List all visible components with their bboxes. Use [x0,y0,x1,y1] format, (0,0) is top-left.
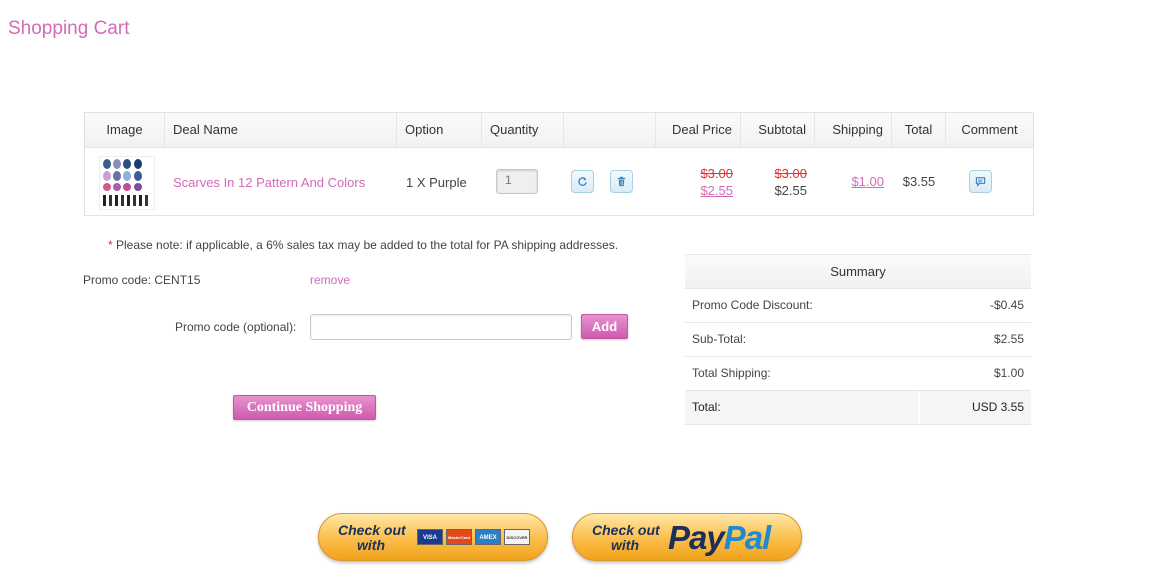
delete-item-button[interactable] [610,170,633,193]
summary-total-value: USD 3.55 [971,400,1024,414]
checkout-line1: Check out [338,522,406,538]
summary-row-subtotal: Sub-Total: $2.55 [685,323,1031,357]
option-value: 1 X Purple [406,175,467,190]
summary-total-label: Total: [692,400,721,414]
promo-input-label: Promo code (optional): [175,320,297,334]
summary-row-discount: Promo Code Discount: -$0.45 [685,289,1031,323]
sales-tax-note: * Please note: if applicable, a 6% sales… [108,238,618,252]
checkout-line2: with [611,537,639,553]
subtotal-cell: $3.00 $2.55 [741,165,807,199]
table-header: Image Deal Name Option Quantity Deal Pri… [85,113,1033,148]
summary-label: Promo Code Discount: [692,298,813,312]
summary-value: $2.55 [993,332,1024,346]
discover-icon: DISCOVER [504,529,530,545]
header-actions [564,113,656,147]
header-shipping: Shipping [815,113,892,147]
header-quantity: Quantity [482,113,564,147]
checkout-line2: with [357,537,385,553]
deal-price-link[interactable]: $2.55 [700,183,733,198]
deal-price-cell: $3.00 $2.55 [656,165,733,199]
summary-label: Sub-Total: [692,332,747,346]
update-quantity-button[interactable] [571,170,594,193]
page-title: Shopping Cart [8,18,130,39]
trash-icon [616,176,627,187]
header-image: Image [85,113,165,147]
remove-promo-link[interactable]: remove [310,273,350,287]
note-asterisk: * [108,238,113,252]
applied-promo-code: Promo code: CENT15 [83,273,201,287]
quantity-input[interactable]: 1 [496,169,538,194]
header-deal-name: Deal Name [165,113,397,147]
subtotal-original: $3.00 [774,166,807,181]
summary-value: $1.00 [993,366,1024,380]
header-comment: Comment [946,113,1033,147]
checkout-paypal-text: Check out with [592,523,660,553]
total-value: $3.55 [902,174,936,189]
deal-price-original: $3.00 [700,166,733,181]
continue-shopping-button[interactable]: Continue Shopping [233,395,376,420]
shipping-link[interactable]: $1.00 [815,174,884,189]
add-promo-button[interactable]: Add [581,314,628,339]
amex-icon: AMEX [475,529,501,545]
mastercard-icon: MasterCard [446,529,472,545]
subtotal-value: $2.55 [774,183,807,198]
order-summary: Summary Promo Code Discount: -$0.45 Sub-… [685,254,1031,425]
product-thumbnail[interactable] [99,156,155,210]
summary-title: Summary [685,254,1031,289]
paypal-logo-pay: Pay [668,519,725,556]
comment-button[interactable] [969,170,992,193]
visa-icon: VISA [417,529,443,545]
paypal-logo-pal: Pal [723,519,772,556]
header-deal-price: Deal Price [656,113,741,147]
summary-row-shipping: Total Shipping: $1.00 [685,357,1031,391]
header-option: Option [397,113,482,147]
card-logos: VISA MasterCard AMEX DISCOVER [417,529,530,545]
checkout-line1: Check out [592,522,660,538]
comment-icon [975,176,986,187]
header-total: Total [892,113,946,147]
paypal-logo: PayPal [668,519,772,557]
header-subtotal: Subtotal [741,113,815,147]
cart-table: Image Deal Name Option Quantity Deal Pri… [84,112,1034,216]
checkout-with-cards-button[interactable]: Check out with VISA MasterCard AMEX DISC… [318,513,548,561]
summary-value: -$0.45 [989,298,1024,312]
table-row: Scarves In 12 Pattern And Colors 1 X Pur… [85,148,1033,214]
promo-code-input[interactable] [310,314,572,340]
summary-divider [918,391,920,424]
checkout-cards-text: Check out with [338,523,406,553]
summary-row-total: Total: USD 3.55 [685,391,1031,425]
deal-name-link[interactable]: Scarves In 12 Pattern And Colors [173,175,365,190]
note-text: Please note: if applicable, a 6% sales t… [116,238,619,252]
checkout-with-paypal-button[interactable]: Check out with PayPal [572,513,802,561]
summary-label: Total Shipping: [692,366,771,380]
refresh-icon [577,176,588,187]
